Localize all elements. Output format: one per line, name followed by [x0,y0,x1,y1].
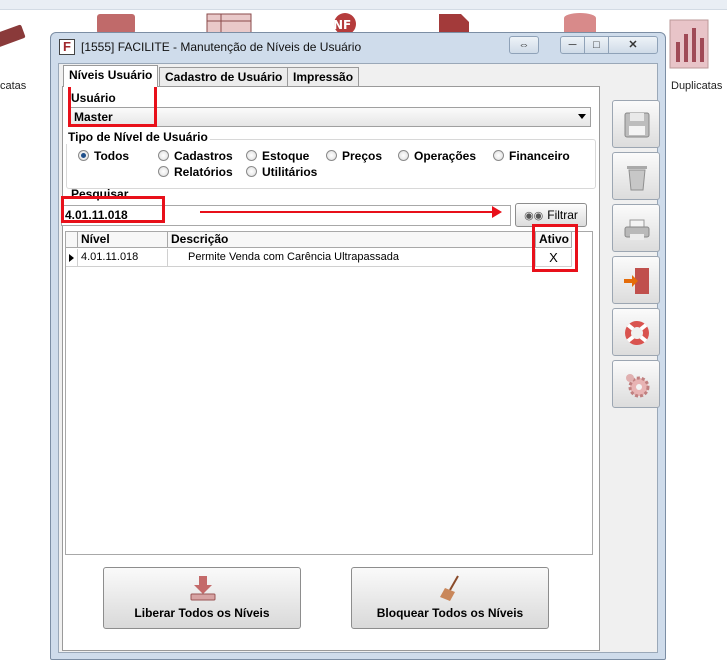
title-bar[interactable]: F [1555] FACILITE - Manutenção de Níveis… [51,33,665,61]
delete-button[interactable] [612,152,660,200]
radio-selected-icon[interactable] [78,150,89,161]
radio-icon[interactable] [158,150,169,161]
tab-impressao[interactable]: Impressão [287,67,360,86]
radio-label: Operações [414,149,477,163]
close-button[interactable]: ✕ [608,36,658,54]
help-button[interactable] [612,308,660,356]
app-logo-icon: F [59,39,75,55]
radio-icon[interactable] [398,150,409,161]
radio-label: Preços [342,149,383,163]
settings-gear-icon [626,374,650,398]
tab-panel-niveis: Usuário Master Tipo de Nível de Usuário … [61,86,600,651]
desktop-icon-label-left: catas [0,80,27,92]
highlight-box-usuario [68,82,157,127]
bloquear-todos-button[interactable]: Bloquear Todos os Níveis [351,567,549,629]
current-row-arrow-icon [69,254,74,262]
desktop-icon-label-duplicatas: Duplicatas [671,80,723,92]
download-tray-icon [190,576,216,601]
radio-label: Cadastros [174,149,233,163]
minimize-button[interactable]: ─ [560,36,585,54]
save-icon [624,112,650,138]
row-indicator [66,249,78,267]
liberar-todos-label: Liberar Todos os Níveis [134,606,270,620]
table-row-nivel[interactable]: 4.01.11.018 [78,249,168,267]
radio-icon[interactable] [158,166,169,177]
highlight-box-ativo [532,224,578,272]
tipo-nivel-group [66,139,596,189]
radio-todos[interactable]: Todos [78,149,129,163]
chevron-down-icon[interactable] [578,114,586,119]
trash-icon [627,166,647,191]
window-title: [1555] FACILITE - Manutenção de Níveis d… [81,40,362,54]
radio-relatorios[interactable]: Relatórios [158,165,233,179]
radio-estoque[interactable]: Estoque [246,149,309,163]
radio-icon[interactable] [246,150,257,161]
radio-label: Utilitários [262,165,318,179]
radio-icon[interactable] [493,150,504,161]
radio-precos[interactable]: Preços [326,149,382,163]
radio-label: Relatórios [174,165,233,179]
bloquear-todos-label: Bloquear Todos os Níveis [376,606,524,620]
broom-icon [440,575,459,601]
tab-cadastro-usuario[interactable]: Cadastro de Usuário [159,67,289,86]
duplicatas-desktop-icon[interactable] [668,16,712,72]
radio-financeiro[interactable]: Financeiro [493,149,570,163]
save-button[interactable] [612,100,660,148]
settings-button[interactable] [612,360,660,408]
swap-arrows-icon[interactable]: ⇔ [509,36,539,54]
window-client-area: Níveis Usuário Cadastro de Usuário Impre… [58,63,660,653]
table-row-descricao[interactable]: Permite Venda com Carência Ultrapassada [168,249,536,267]
niveis-grid[interactable]: Nível Descrição Ativo 4.01.11.018 Permit… [65,231,593,555]
highlight-box-pesquisar [61,196,165,223]
highlight-arrow [200,206,502,218]
tipo-nivel-legend: Tipo de Nível de Usuário [66,130,210,144]
filtrar-label: Filtrar [547,208,578,222]
exit-door-icon [624,268,649,294]
binoculars-icon: ◉◉ [524,210,544,222]
printer-icon [624,219,650,240]
liberar-todos-button[interactable]: Liberar Todos os Níveis [103,567,301,629]
radio-label: Financeiro [509,149,570,163]
grid-indicator-header [66,232,78,248]
radio-label: Estoque [262,149,310,163]
print-button[interactable] [612,204,660,252]
calculator-desktop-icon[interactable] [0,22,26,50]
radio-icon[interactable] [326,150,337,161]
radio-icon[interactable] [246,166,257,177]
maximize-button[interactable]: □ [584,36,609,54]
svg-text:NF: NF [333,18,351,32]
radio-cadastros[interactable]: Cadastros [158,149,233,163]
lifebuoy-help-icon [625,321,649,345]
exit-button[interactable] [612,256,660,304]
grid-header-nivel[interactable]: Nível [78,232,168,248]
radio-utilitarios[interactable]: Utilitários [246,165,317,179]
grid-header-descricao[interactable]: Descrição [168,232,536,248]
radio-operacoes[interactable]: Operações [398,149,476,163]
tab-niveis-usuario[interactable]: Níveis Usuário [63,65,159,87]
desktop-top-strip [0,0,727,10]
radio-label: Todos [94,149,130,163]
